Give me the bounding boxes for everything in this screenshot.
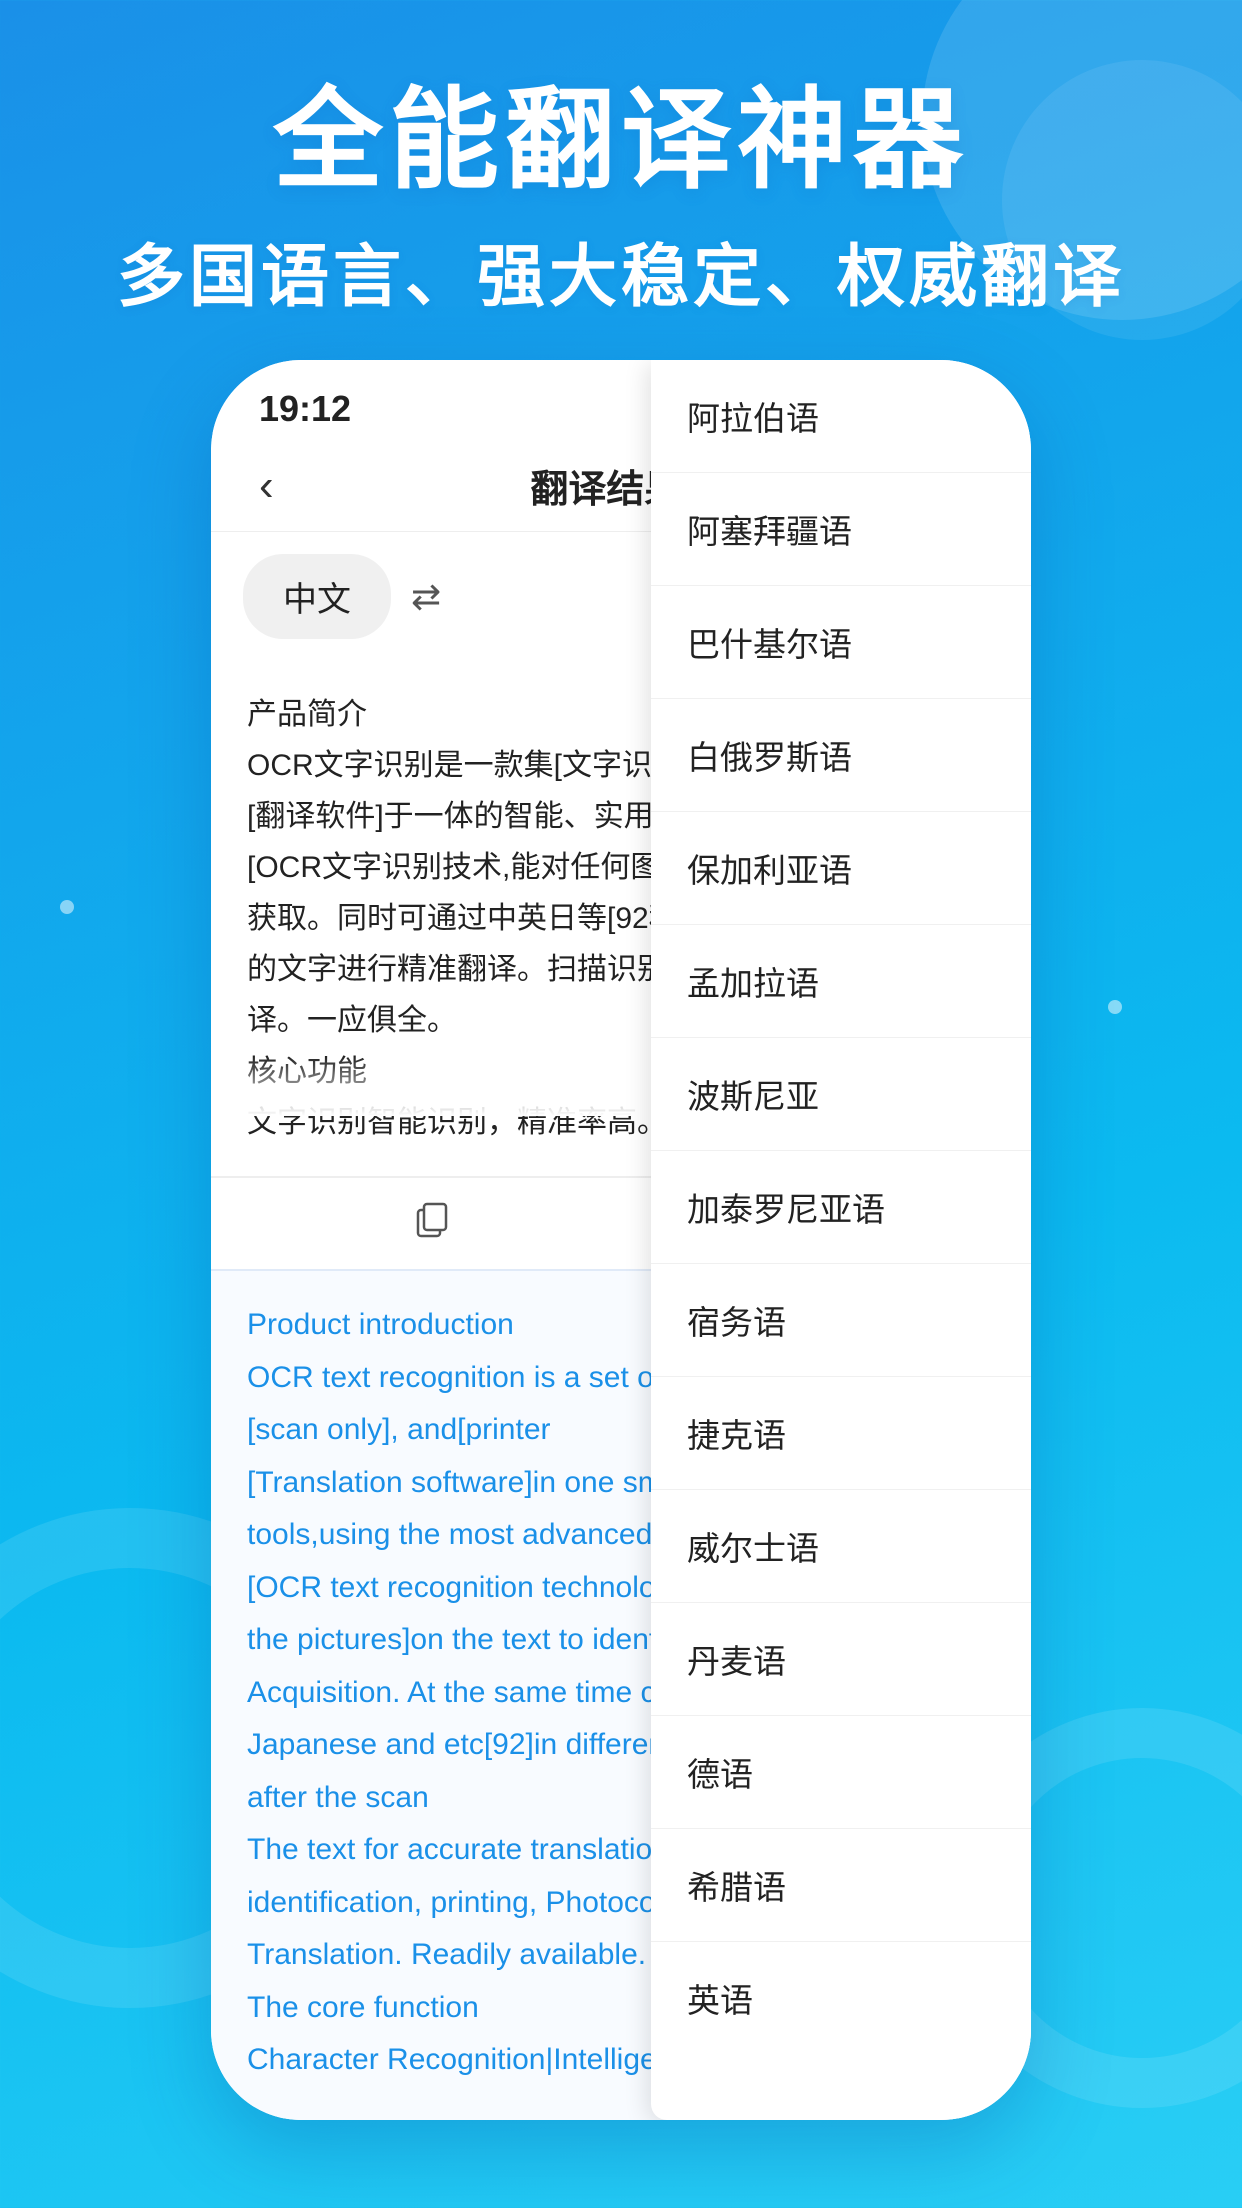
phone-wrapper: 19:12 📶 53 ⚡ ‹ — [211, 360, 1031, 2120]
lang-option-catalan[interactable]: 加泰罗尼亚语 — [651, 1151, 1031, 1264]
main-title: 全能翻译神器 — [60, 80, 1182, 201]
lang-option-belarusian[interactable]: 白俄罗斯语 — [651, 699, 1031, 812]
lang-option-bengali[interactable]: 孟加拉语 — [651, 925, 1031, 1038]
lang-option-bosnian[interactable]: 波斯尼亚 — [651, 1038, 1031, 1151]
lang-option-danish[interactable]: 丹麦语 — [651, 1603, 1031, 1716]
lang-option-bashkir[interactable]: 巴什基尔语 — [651, 586, 1031, 699]
lang-option-czech[interactable]: 捷克语 — [651, 1377, 1031, 1490]
lang-option-azerbaijani[interactable]: 阿塞拜疆语 — [651, 532, 1031, 586]
sub-title: 多国语言、强大稳定、权威翻译 — [60, 221, 1182, 320]
bg-dot-right — [1108, 1000, 1122, 1014]
back-button[interactable]: ‹ — [259, 464, 294, 508]
lang-option-cebuano[interactable]: 宿务语 — [651, 1264, 1031, 1377]
bg-dot-left — [60, 900, 74, 914]
swap-icon[interactable]: ⇄ — [411, 576, 441, 618]
phone-frame: 19:12 📶 53 ⚡ ‹ — [211, 360, 1031, 2120]
lang-option-english[interactable]: 英语 — [651, 1942, 1031, 2054]
header-section: 全能翻译神器 多国语言、强大稳定、权威翻译 — [0, 80, 1242, 320]
language-dropdown: 阿拉伯语 阿塞拜疆语 巴什基尔语 白俄罗斯语 保加利亚语 孟加拉语 波斯尼亚 加… — [651, 532, 1031, 2120]
lang-option-greek[interactable]: 希腊语 — [651, 1829, 1031, 1942]
source-lang-pill[interactable]: 中文 — [243, 554, 391, 639]
content-area: 中文 ⇄ 产品简介OCR文字识别是一款集[文字识别]机[翻译软件]于一体的智能、… — [211, 532, 1031, 2120]
status-time: 19:12 — [259, 388, 351, 430]
lang-option-german[interactable]: 德语 — [651, 1716, 1031, 1829]
lang-option-welsh[interactable]: 威尔士语 — [651, 1490, 1031, 1603]
lang-option-bulgarian[interactable]: 保加利亚语 — [651, 812, 1031, 925]
copy-button[interactable] — [410, 1196, 454, 1251]
